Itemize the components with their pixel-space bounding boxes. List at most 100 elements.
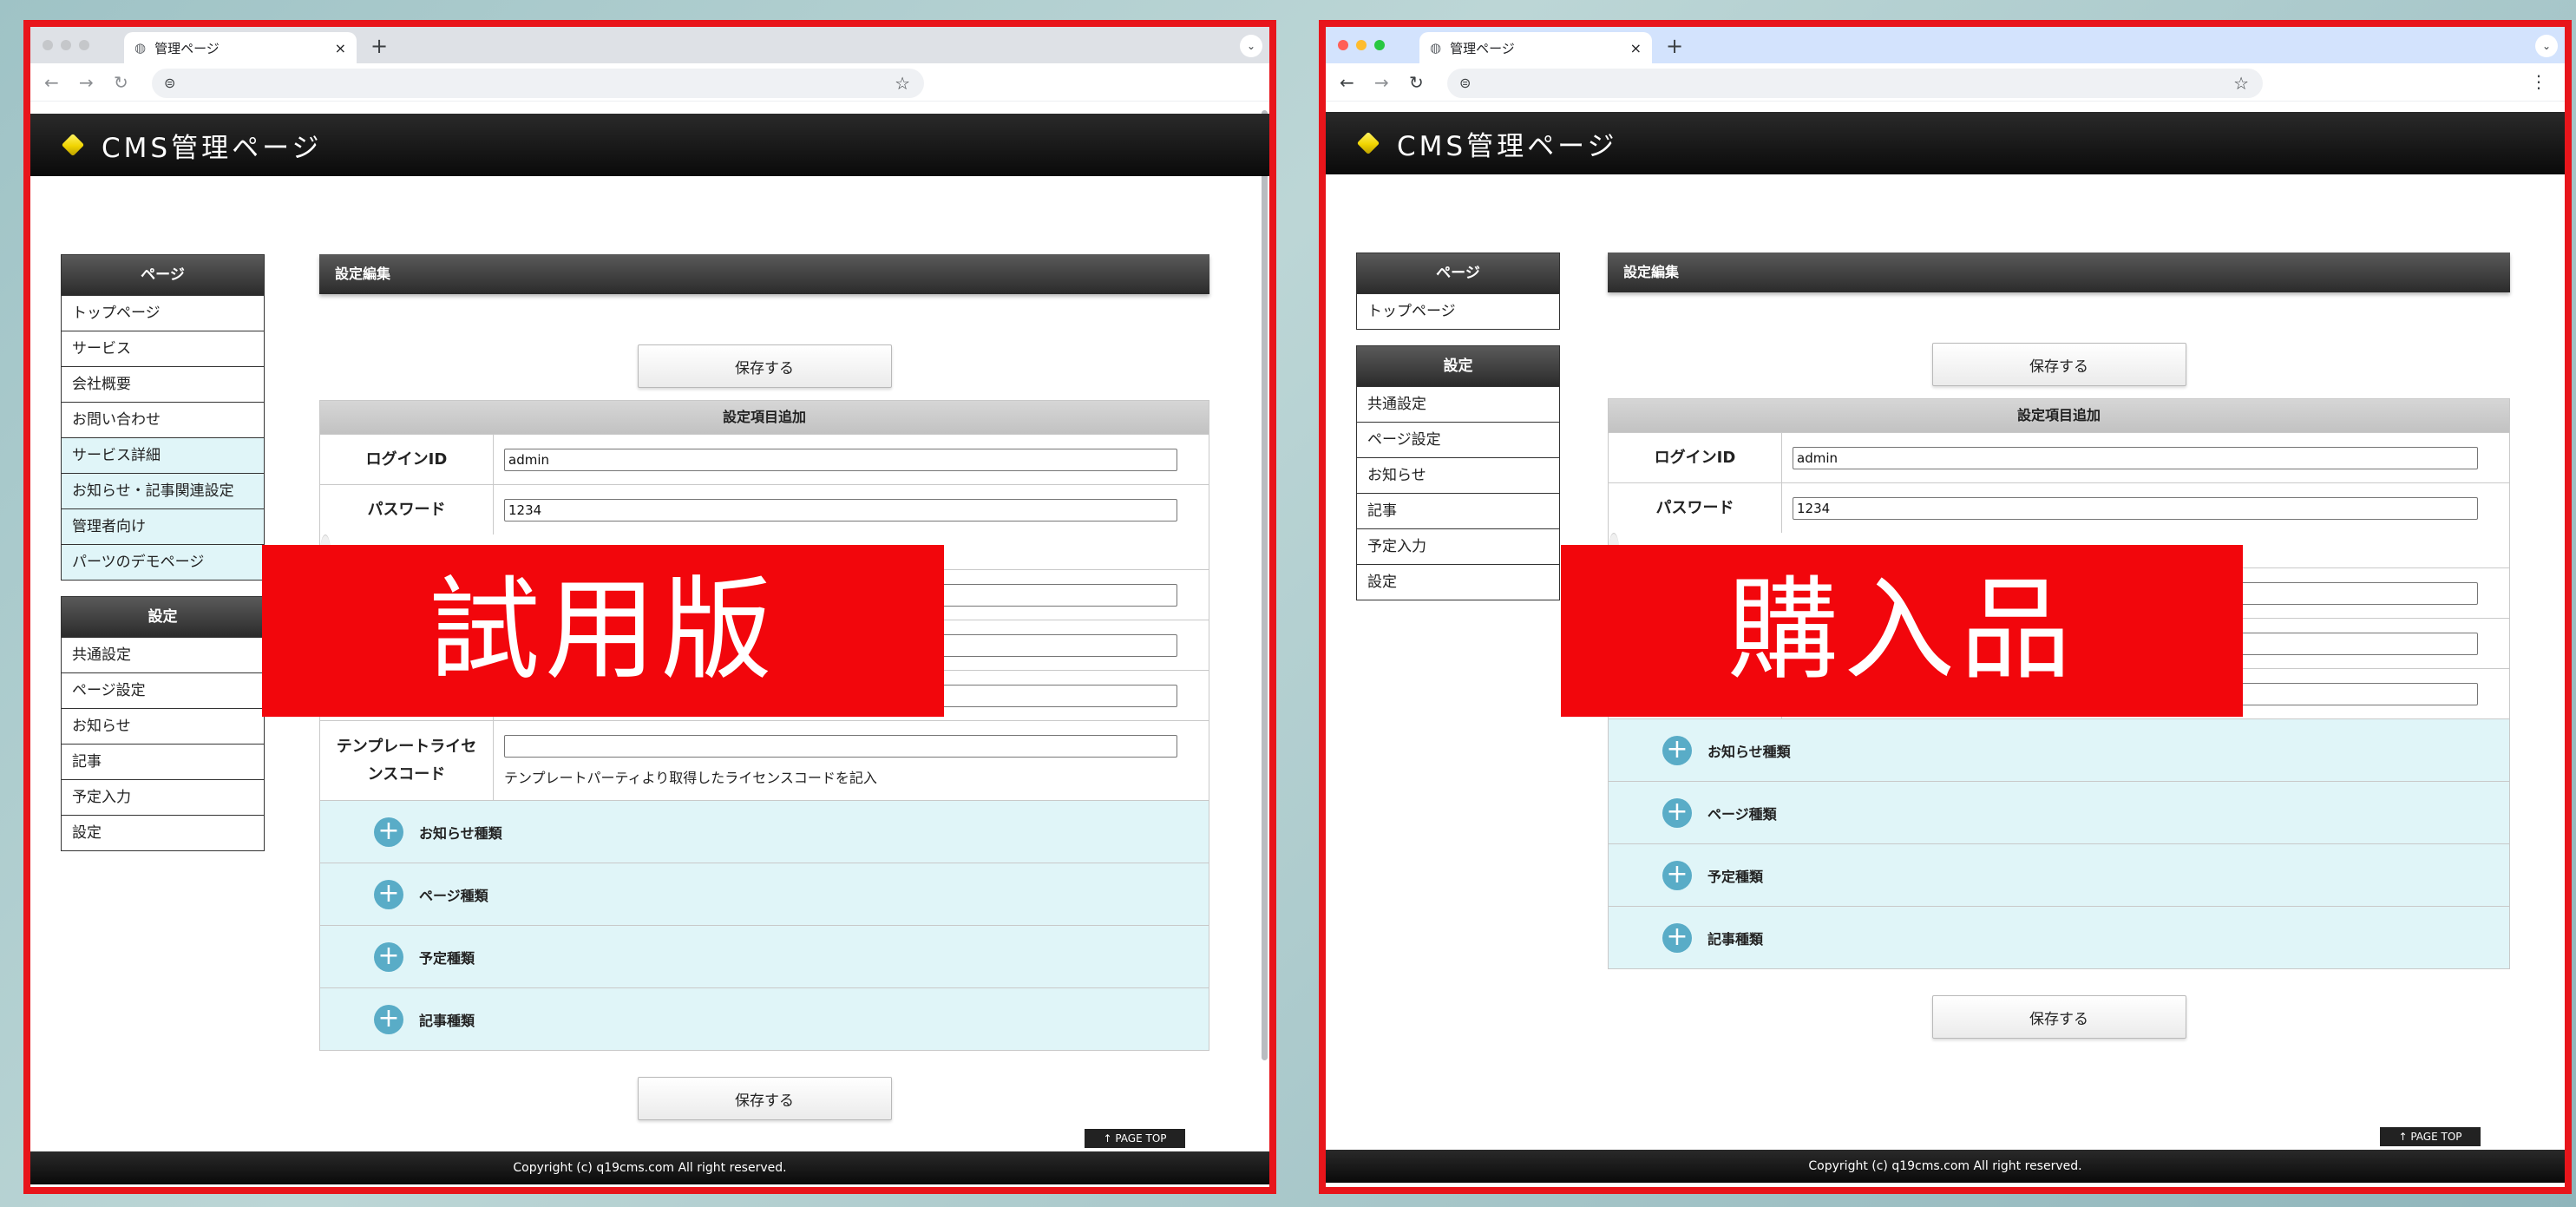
plus-icon[interactable]: +: [1662, 860, 1692, 890]
cube-logo-icon: [61, 133, 85, 157]
page-top-button[interactable]: ↑ PAGE TOP: [2380, 1127, 2481, 1146]
sidebar-item-schedule[interactable]: 予定入力: [1357, 528, 1559, 564]
plus-icon[interactable]: +: [1662, 922, 1692, 953]
accordion-label: ページ種類: [419, 887, 488, 904]
sidebar-item-news-settings[interactable]: お知らせ・記事関連設定: [62, 473, 264, 508]
plus-icon[interactable]: +: [374, 817, 403, 847]
sidebar-settings-title: 設定: [1357, 346, 1559, 386]
zoom-window-button[interactable]: [1374, 40, 1385, 50]
license-code-input[interactable]: [504, 734, 1177, 758]
new-tab-button[interactable]: +: [1666, 34, 1683, 58]
password-input[interactable]: [1793, 496, 2478, 520]
plus-icon[interactable]: +: [1662, 735, 1692, 765]
accordion-article-types[interactable]: + 記事種類: [320, 987, 1209, 1050]
close-window-button[interactable]: [1338, 40, 1348, 50]
login-id-input[interactable]: [504, 448, 1177, 471]
sidebar-item-page-settings[interactable]: ページ設定: [62, 672, 264, 708]
sidebar-item-service[interactable]: サービス: [62, 331, 264, 366]
sidebar-item-schedule[interactable]: 予定入力: [62, 779, 264, 815]
footer: Copyright (c) q19cms.com All right reser…: [1326, 1150, 2565, 1183]
reload-button[interactable]: ↻: [114, 72, 128, 93]
close-tab-icon[interactable]: ×: [1630, 40, 1642, 56]
reload-button[interactable]: ↻: [1409, 72, 1424, 93]
globe-icon: ◍: [1430, 40, 1442, 56]
zoom-window-button[interactable]: [79, 40, 89, 50]
save-button-bottom[interactable]: 保存する: [1931, 995, 2186, 1039]
new-tab-button[interactable]: +: [370, 34, 388, 58]
browser-menu-icon[interactable]: ⋮: [2530, 71, 2547, 92]
accordion-label: お知らせ種類: [419, 824, 502, 842]
accordion-schedule-types[interactable]: + 予定種類: [320, 925, 1209, 987]
sidebar-item-settings[interactable]: 設定: [62, 815, 264, 850]
password-label: パスワード: [320, 485, 494, 535]
sidebar-item-parts-demo[interactable]: パーツのデモページ: [62, 544, 264, 580]
plus-icon[interactable]: +: [374, 1004, 403, 1034]
close-window-button[interactable]: [43, 40, 53, 50]
main-title: 設定編集: [1608, 253, 2510, 292]
login-row: ログインID: [1609, 432, 2509, 482]
plus-icon[interactable]: +: [374, 941, 403, 972]
address-bar[interactable]: ⊜ ☆: [1447, 69, 2263, 98]
accordion-label: 予定種類: [419, 949, 475, 967]
save-button-bottom[interactable]: 保存する: [637, 1077, 892, 1120]
sidebar-item-common-settings[interactable]: 共通設定: [62, 637, 264, 672]
tab-search-button[interactable]: ⌄: [2535, 35, 2558, 57]
site-settings-icon[interactable]: ⊜: [164, 75, 175, 91]
browser-tab[interactable]: ◍ 管理ページ ×: [1419, 32, 1652, 63]
sidebar-item-articles[interactable]: 記事: [1357, 493, 1559, 528]
window-controls: [1338, 40, 1385, 50]
sidebar: ページ トップページ 設定 共通設定 ページ設定 お知らせ 記事 予定入力 設定: [1356, 253, 1560, 616]
browser-toolbar: ← → ↻ ⊜ ☆ ⋮: [1326, 63, 2565, 102]
license-label: テンプレートライセンスコード: [320, 721, 494, 800]
login-id-input[interactable]: [1793, 446, 2478, 469]
password-label: パスワード: [1609, 483, 1782, 533]
minimize-window-button[interactable]: [61, 40, 71, 50]
accordion-page-types[interactable]: + ページ種類: [320, 863, 1209, 925]
forward-button[interactable]: →: [79, 72, 94, 93]
sidebar-item-admin[interactable]: 管理者向け: [62, 508, 264, 544]
scrollbar[interactable]: [1262, 110, 1268, 1060]
main-title: 設定編集: [319, 254, 1209, 294]
address-bar[interactable]: ⊜ ☆: [152, 69, 924, 98]
purchased-version-label: 購入品: [1561, 545, 2243, 717]
minimize-window-button[interactable]: [1356, 40, 1367, 50]
close-tab-icon[interactable]: ×: [335, 40, 346, 56]
sidebar: ページ トップページ サービス 会社概要 お問い合わせ サービス詳細 お知らせ・…: [61, 254, 265, 867]
tab-search-button[interactable]: ⌄: [1240, 35, 1262, 57]
back-button[interactable]: ←: [1340, 72, 1354, 93]
accordion-label: 予定種類: [1708, 868, 1764, 885]
sidebar-item-top[interactable]: トップページ: [1357, 293, 1559, 329]
sidebar-item-company[interactable]: 会社概要: [62, 366, 264, 402]
login-label: ログインID: [320, 435, 494, 484]
sidebar-item-common-settings[interactable]: 共通設定: [1357, 386, 1559, 422]
forward-button[interactable]: →: [1374, 72, 1389, 93]
save-button-top[interactable]: 保存する: [637, 344, 892, 388]
login-label: ログインID: [1609, 433, 1782, 482]
bookmark-star-icon[interactable]: ☆: [2233, 73, 2249, 94]
sidebar-item-top[interactable]: トップページ: [62, 295, 264, 331]
cms-header: CMS管理ページ: [30, 114, 1269, 176]
accordion-label: 記事種類: [419, 1012, 475, 1029]
accordion-news-types[interactable]: + お知らせ種類: [1609, 718, 2509, 781]
save-button-top[interactable]: 保存する: [1931, 343, 2186, 386]
accordion-page-types[interactable]: + ページ種類: [1609, 781, 2509, 843]
sidebar-item-articles[interactable]: 記事: [62, 744, 264, 779]
site-settings-icon[interactable]: ⊜: [1459, 75, 1471, 91]
accordion-news-types[interactable]: + お知らせ種類: [320, 800, 1209, 863]
plus-icon[interactable]: +: [374, 879, 403, 909]
bookmark-star-icon[interactable]: ☆: [895, 73, 910, 94]
page-top-button[interactable]: ↑ PAGE TOP: [1085, 1129, 1185, 1148]
plus-icon[interactable]: +: [1662, 797, 1692, 828]
sidebar-item-page-settings[interactable]: ページ設定: [1357, 422, 1559, 457]
sidebar-item-news[interactable]: お知らせ: [62, 708, 264, 744]
login-row: ログインID: [320, 434, 1209, 484]
sidebar-item-service-detail[interactable]: サービス詳細: [62, 437, 264, 473]
sidebar-item-news[interactable]: お知らせ: [1357, 457, 1559, 493]
browser-tab[interactable]: ◍ 管理ページ ×: [124, 32, 357, 63]
accordion-schedule-types[interactable]: + 予定種類: [1609, 843, 2509, 906]
sidebar-item-settings[interactable]: 設定: [1357, 564, 1559, 600]
password-input[interactable]: [504, 498, 1177, 522]
accordion-article-types[interactable]: + 記事種類: [1609, 906, 2509, 968]
sidebar-item-contact[interactable]: お問い合わせ: [62, 402, 264, 437]
back-button[interactable]: ←: [44, 72, 59, 93]
